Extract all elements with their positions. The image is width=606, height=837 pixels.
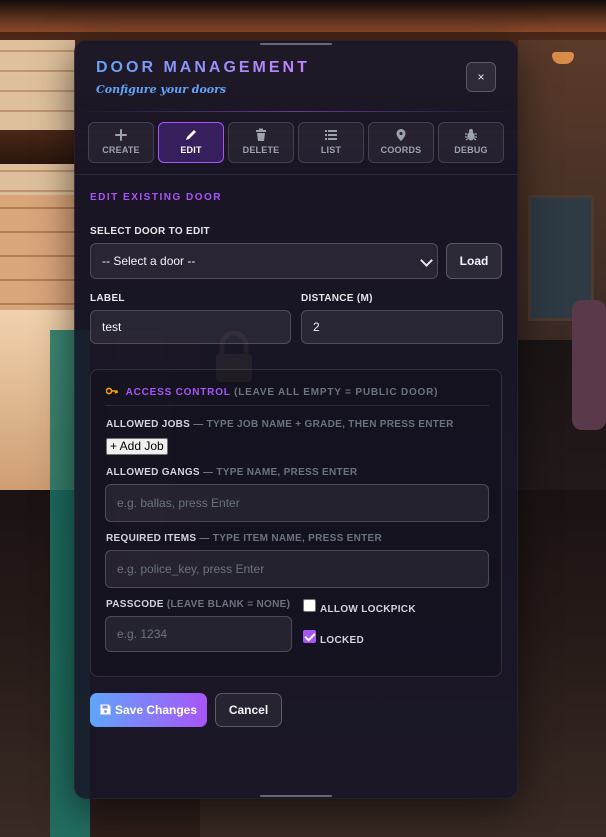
tab-coords-label: COORDS bbox=[380, 145, 422, 155]
allowed-gangs-title: ALLOWED GANGS bbox=[106, 467, 200, 478]
items-input[interactable]: e.g. police_key, press Enter bbox=[105, 550, 489, 588]
allowed-jobs-label: ALLOWED JOBS — TYPE JOB NAME + GRADE, TH… bbox=[106, 419, 454, 430]
tab-delete-label: DELETE bbox=[242, 145, 280, 155]
door-select[interactable]: -- Select a door -- bbox=[90, 243, 438, 279]
allowed-jobs-title: ALLOWED JOBS bbox=[106, 419, 191, 430]
panel-drag-handle-top[interactable] bbox=[260, 43, 332, 45]
door-select-value: -- Select a door -- bbox=[102, 254, 196, 268]
tab-list-label: LIST bbox=[320, 145, 342, 155]
distance-field-label: DISTANCE (M) bbox=[301, 293, 373, 304]
tab-debug-label: DEBUG bbox=[454, 145, 488, 155]
save-changes-label: Save Changes bbox=[114, 703, 198, 717]
locked-label: LOCKED bbox=[320, 635, 365, 646]
required-items-label: REQUIRED ITEMS — TYPE ITEM NAME, PRESS E… bbox=[106, 533, 382, 544]
chevron-down-icon bbox=[420, 254, 433, 267]
tab-debug[interactable]: DEBUG bbox=[438, 122, 504, 163]
tabs-divider bbox=[74, 174, 518, 175]
add-job-button[interactable]: + Add Job bbox=[106, 438, 168, 455]
pencil-icon bbox=[186, 130, 196, 140]
door-management-panel: DOOR MANAGEMENT Configure your doors × C… bbox=[74, 40, 518, 799]
passcode-hint: (LEAVE BLANK = NONE) bbox=[166, 599, 291, 610]
tab-list[interactable]: LIST bbox=[298, 122, 364, 163]
allow-lockpick-label: ALLOW LOCKPICK bbox=[320, 604, 416, 615]
locked-checkbox[interactable] bbox=[303, 630, 316, 643]
allowed-gangs-hint: — TYPE NAME, PRESS ENTER bbox=[203, 467, 358, 478]
map-pin-icon bbox=[396, 129, 406, 141]
tab-create[interactable]: CREATE bbox=[88, 122, 154, 163]
label-input[interactable]: test bbox=[90, 310, 291, 344]
panel-drag-handle-bottom[interactable] bbox=[260, 795, 332, 797]
tab-edit-label: EDIT bbox=[180, 145, 202, 155]
tab-coords[interactable]: COORDS bbox=[368, 122, 434, 163]
required-items-title: REQUIRED ITEMS bbox=[106, 533, 197, 544]
allowed-gangs-label: ALLOWED GANGS — TYPE NAME, PRESS ENTER bbox=[106, 467, 357, 478]
allowed-jobs-hint: — TYPE JOB NAME + GRADE, THEN PRESS ENTE… bbox=[193, 419, 454, 430]
tab-edit[interactable]: EDIT bbox=[158, 122, 224, 163]
allow-lockpick-checkbox[interactable] bbox=[303, 599, 316, 612]
bug-icon bbox=[465, 129, 477, 141]
floppy-disk-icon bbox=[100, 704, 111, 715]
section-title: EDIT EXISTING DOOR bbox=[90, 192, 223, 203]
required-items-hint: — TYPE ITEM NAME, PRESS ENTER bbox=[199, 533, 383, 544]
label-field-label: LABEL bbox=[90, 293, 125, 304]
background-ceiling bbox=[0, 0, 606, 32]
header-divider bbox=[74, 111, 518, 112]
gangs-input[interactable]: e.g. ballas, press Enter bbox=[105, 484, 489, 522]
load-button[interactable]: Load bbox=[446, 243, 502, 279]
plus-icon bbox=[115, 129, 127, 141]
passcode-label: PASSCODE (LEAVE BLANK = NONE) bbox=[106, 599, 290, 610]
access-control-hint: (LEAVE ALL EMPTY = PUBLIC DOOR) bbox=[234, 387, 439, 398]
trash-icon bbox=[256, 128, 266, 141]
tab-delete[interactable]: DELETE bbox=[228, 122, 294, 163]
close-button[interactable]: × bbox=[466, 62, 496, 92]
access-divider bbox=[105, 405, 489, 406]
access-control-heading: ACCESS CONTROL (LEAVE ALL EMPTY = PUBLIC… bbox=[105, 386, 439, 398]
key-icon bbox=[105, 387, 122, 398]
save-changes-button[interactable]: Save Changes bbox=[90, 693, 207, 727]
background-lamp bbox=[552, 52, 574, 64]
tab-create-label: CREATE bbox=[102, 145, 140, 155]
passcode-input[interactable]: e.g. 1234 bbox=[105, 616, 292, 652]
panel-title: DOOR MANAGEMENT bbox=[96, 59, 310, 76]
passcode-title: PASSCODE bbox=[106, 599, 164, 610]
access-control-box: ACCESS CONTROL (LEAVE ALL EMPTY = PUBLIC… bbox=[90, 369, 502, 677]
access-control-title: ACCESS CONTROL bbox=[125, 387, 231, 398]
cancel-button[interactable]: Cancel bbox=[215, 693, 282, 727]
list-icon bbox=[325, 130, 337, 140]
background-character-2 bbox=[572, 300, 606, 430]
distance-input[interactable]: 2 bbox=[301, 310, 503, 344]
panel-subtitle: Configure your doors bbox=[96, 83, 227, 96]
select-door-label: SELECT DOOR TO EDIT bbox=[90, 226, 210, 237]
tab-bar: CREATE EDIT DELETE LIST COORDS DEBUG bbox=[88, 122, 508, 163]
